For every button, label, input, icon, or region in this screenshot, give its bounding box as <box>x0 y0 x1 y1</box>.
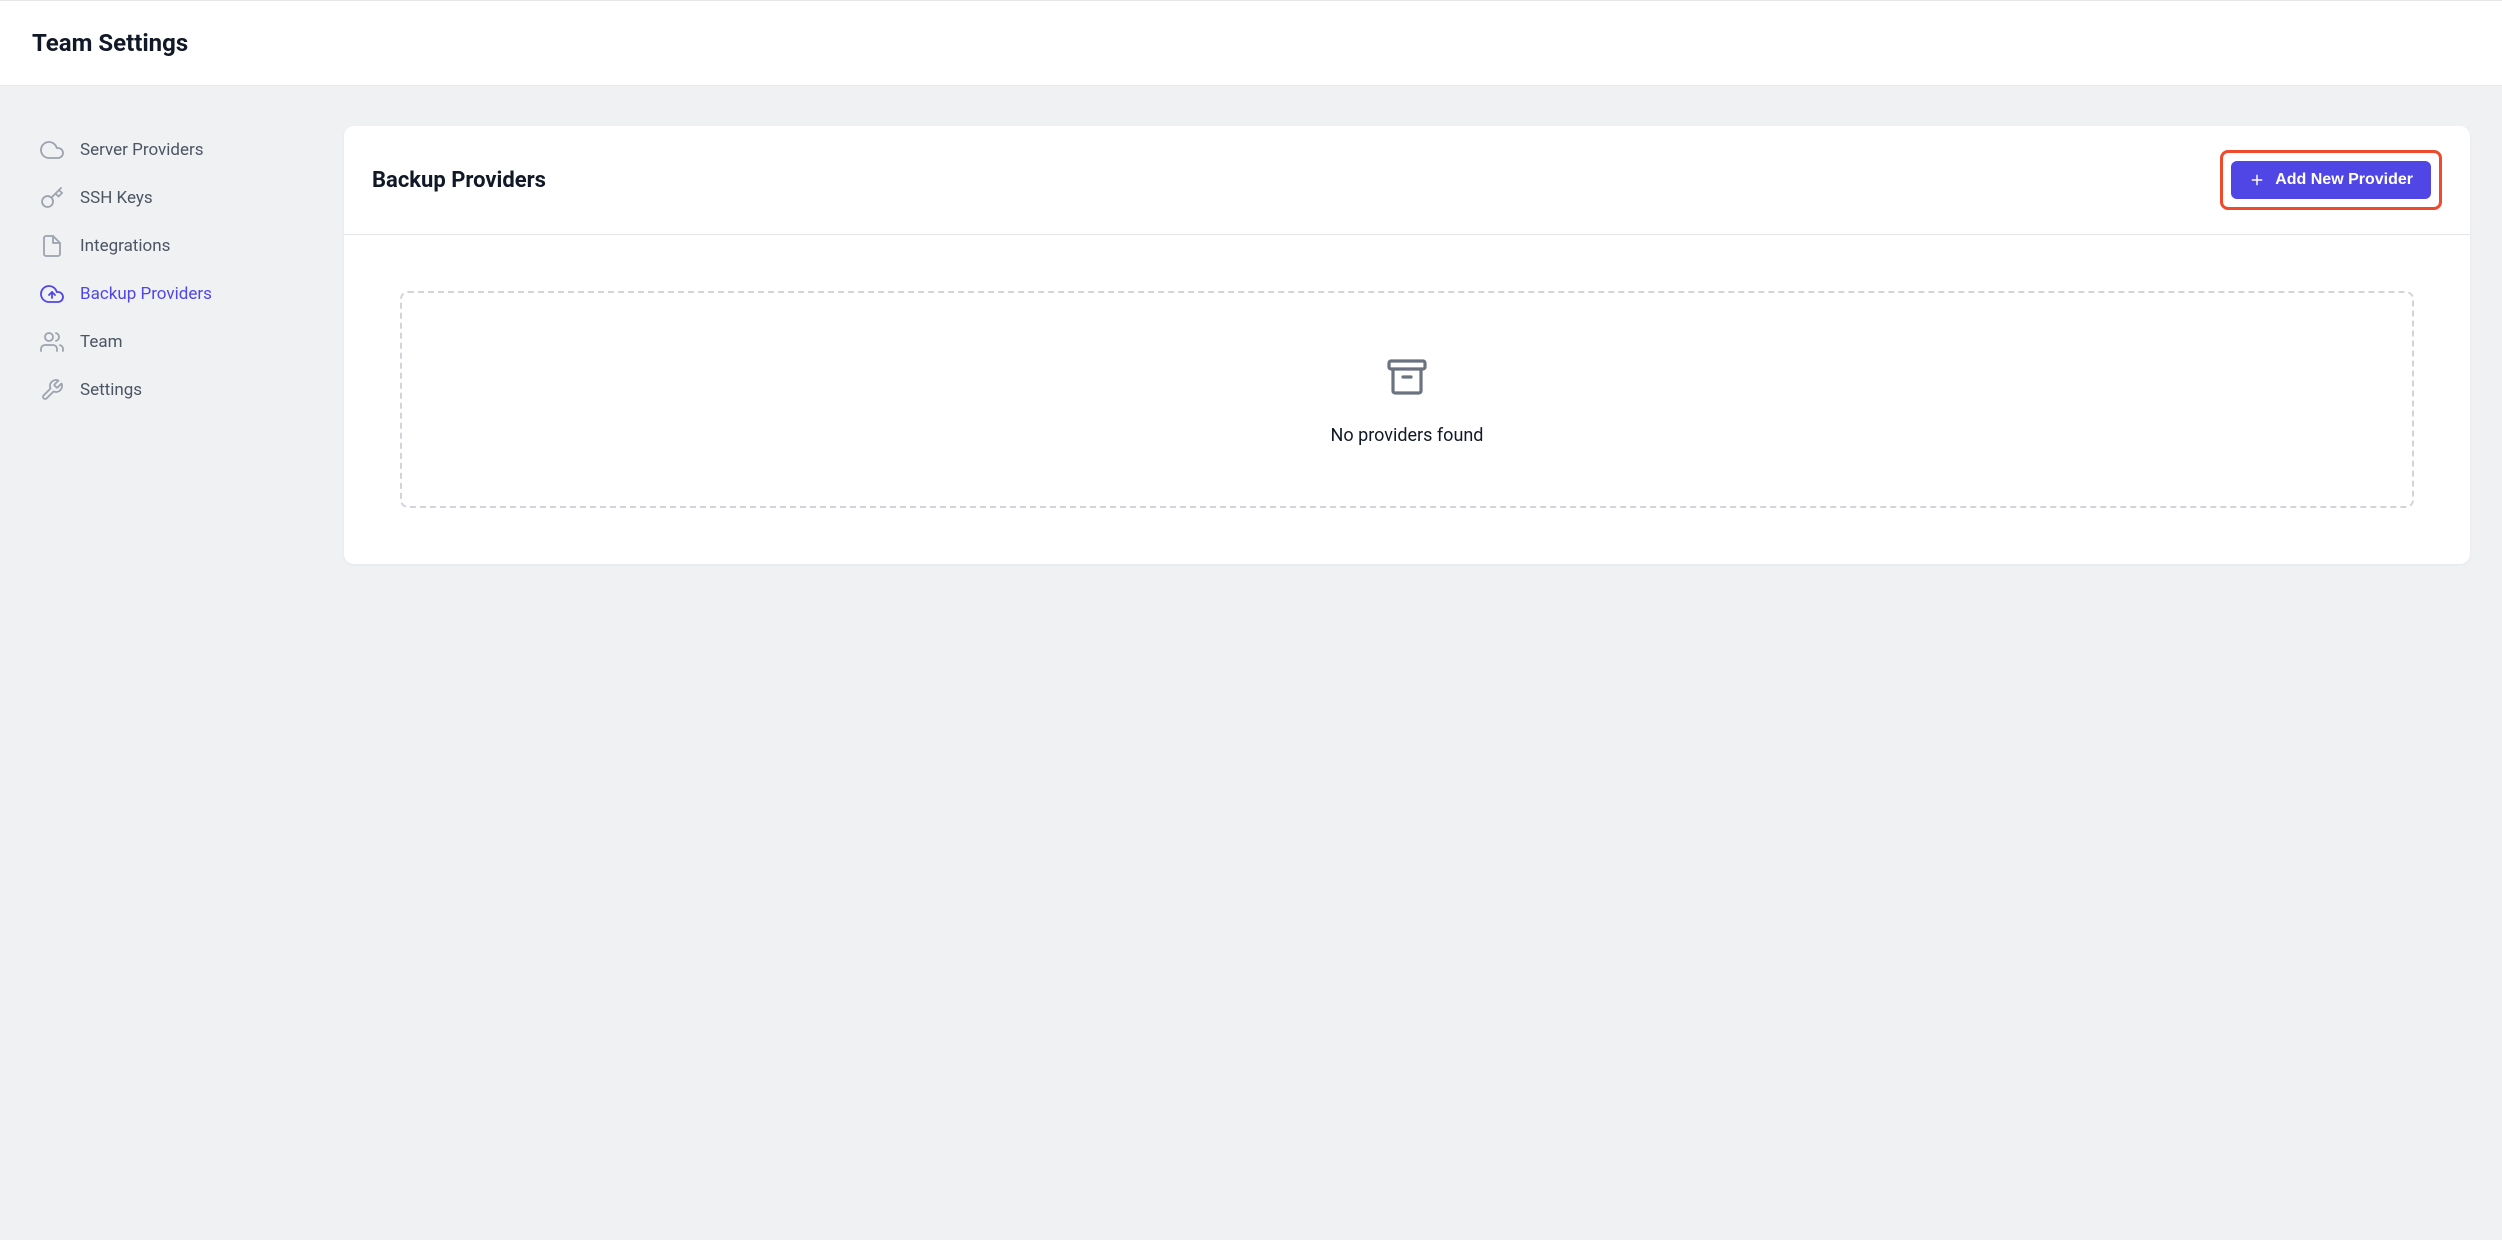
sidebar-item-team[interactable]: Team <box>32 318 312 366</box>
main-container: Server Providers SSH Keys Integrations <box>0 86 2502 604</box>
card-header: Backup Providers Add New Provider <box>344 126 2470 235</box>
sidebar-item-label: Team <box>80 332 123 352</box>
sidebar-item-backup-providers[interactable]: Backup Providers <box>32 270 312 318</box>
content-card: Backup Providers Add New Provider <box>344 126 2470 564</box>
sidebar-item-label: Backup Providers <box>80 284 212 304</box>
empty-state: No providers found <box>400 291 2414 508</box>
sidebar-item-label: Server Providers <box>80 140 204 160</box>
highlight-frame: Add New Provider <box>2220 150 2442 210</box>
archive-box-icon <box>1383 353 1431 405</box>
sidebar-item-label: SSH Keys <box>80 188 153 208</box>
sidebar-item-ssh-keys[interactable]: SSH Keys <box>32 174 312 222</box>
key-icon <box>40 186 64 210</box>
sidebar-item-label: Settings <box>80 380 142 400</box>
page-header: Team Settings <box>0 0 2502 86</box>
card-title: Backup Providers <box>372 168 546 193</box>
card-body: No providers found <box>344 235 2470 564</box>
sidebar-item-server-providers[interactable]: Server Providers <box>32 126 312 174</box>
users-icon <box>40 330 64 354</box>
tools-icon <box>40 378 64 402</box>
empty-state-text: No providers found <box>1331 425 1484 446</box>
page-title: Team Settings <box>32 29 2470 57</box>
sidebar-item-label: Integrations <box>80 236 170 256</box>
plus-icon <box>2249 172 2265 188</box>
sidebar-item-settings[interactable]: Settings <box>32 366 312 414</box>
cloud-upload-icon <box>40 282 64 306</box>
sidebar-item-integrations[interactable]: Integrations <box>32 222 312 270</box>
integrations-icon <box>40 234 64 258</box>
sidebar: Server Providers SSH Keys Integrations <box>32 126 312 414</box>
add-button-label: Add New Provider <box>2275 171 2413 189</box>
add-new-provider-button[interactable]: Add New Provider <box>2231 161 2431 199</box>
cloud-icon <box>40 138 64 162</box>
